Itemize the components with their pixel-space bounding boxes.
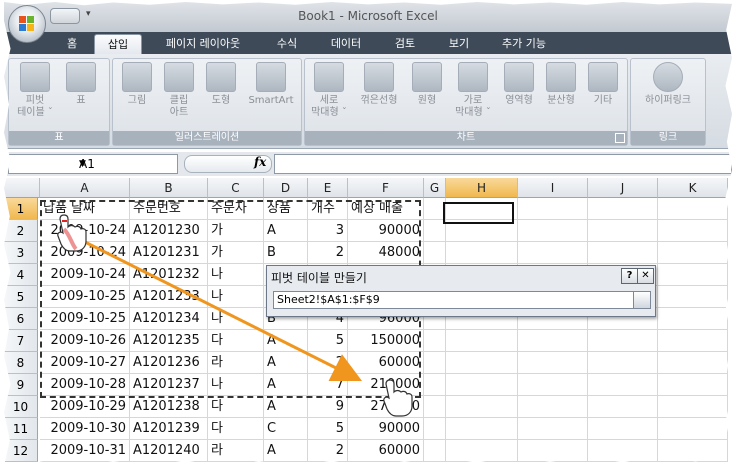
close-button[interactable]: ✕ (637, 268, 654, 284)
range-input[interactable]: Sheet2!$A$1:$F$9 (273, 291, 636, 309)
office-logo-icon (19, 16, 35, 32)
help-button[interactable]: ? (621, 268, 638, 284)
expand-dialog-icon[interactable] (633, 291, 651, 309)
dialog-title: 피벗 테이블 만들기 (271, 271, 367, 285)
excel-window: ▾ Book1 - Microsoft Excel 홈 삽입 페이지 레이아웃 … (4, 2, 732, 468)
hand-pointer-icon (57, 214, 87, 252)
annotation-layer (57, 214, 413, 417)
office-button[interactable] (8, 5, 46, 43)
create-pivot-table-dialog: 피벗 테이블 만들기 ? ✕ Sheet2!$A$1:$F$9 (266, 265, 656, 317)
hand-pointer-icon-2 (383, 379, 413, 417)
